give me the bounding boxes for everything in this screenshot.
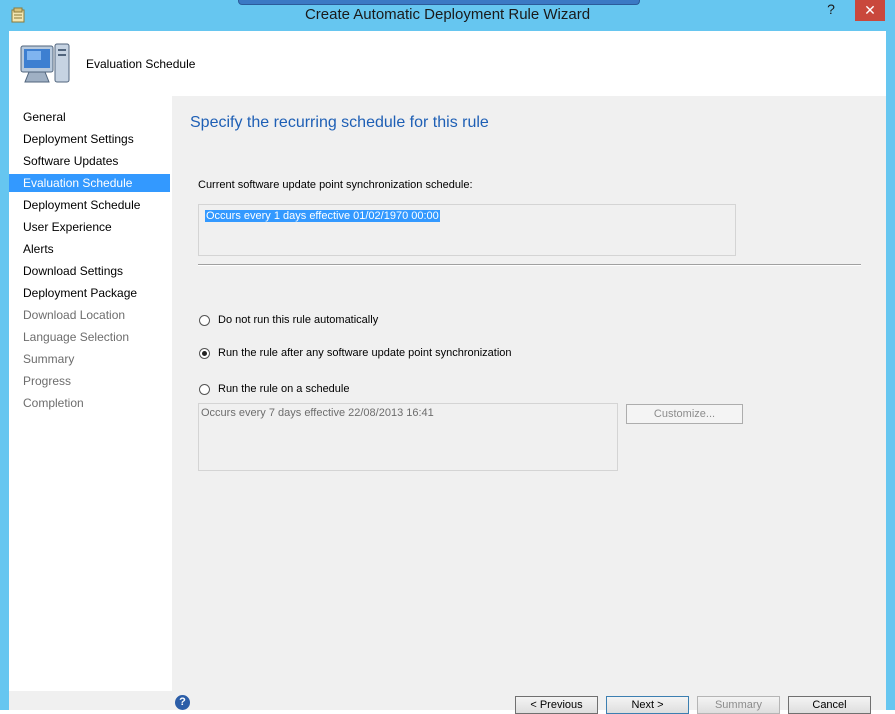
schedule-field[interactable]: Occurs every 7 days effective 22/08/2013…: [198, 403, 618, 471]
wizard-client-area: Evaluation Schedule General Deployment Se…: [9, 31, 886, 714]
wizard-nav: General Deployment Settings Software Updat…: [9, 96, 172, 710]
next-button[interactable]: Next >: [606, 696, 689, 714]
cancel-button[interactable]: Cancel: [788, 696, 871, 714]
summary-button[interactable]: Summary: [697, 696, 780, 714]
radio-label: Run the rule after any software update p…: [218, 347, 512, 359]
window-title: Create Automatic Deployment Rule Wizard: [304, 6, 591, 23]
wizard-content: Specify the recurring schedule for this …: [172, 96, 886, 710]
window-frame-left: [0, 31, 9, 710]
previous-button[interactable]: < Previous: [515, 696, 598, 714]
sync-schedule-value: Occurs every 1 days effective 01/02/1970…: [205, 210, 440, 222]
sidebar-item-completion: Completion: [23, 396, 84, 410]
sidebar-item-deployment-settings[interactable]: Deployment Settings: [9, 130, 170, 148]
wizard-header: Evaluation Schedule: [9, 31, 886, 96]
separator: [198, 264, 861, 266]
radio-button[interactable]: [199, 384, 210, 395]
title-help-button[interactable]: ?: [818, 0, 844, 18]
sync-schedule-field[interactable]: Occurs every 1 days effective 01/02/1970…: [198, 204, 736, 256]
radio-button[interactable]: [199, 315, 210, 326]
header-title: Evaluation Schedule: [86, 57, 196, 71]
help-icon[interactable]: ?: [175, 695, 190, 710]
sidebar-item-download-location: Download Location: [23, 308, 126, 322]
sidebar-item-download-settings[interactable]: Download Settings: [9, 262, 170, 280]
schedule-value: Occurs every 7 days effective 22/08/2013…: [201, 407, 434, 419]
sidebar-item-alerts[interactable]: Alerts: [9, 240, 170, 258]
sidebar-item-deployment-package[interactable]: Deployment Package: [9, 284, 170, 302]
page-title: Specify the recurring schedule for this …: [190, 114, 489, 131]
sidebar-item-summary: Summary: [23, 352, 75, 366]
sync-schedule-label: Current software update point synchroniz…: [198, 179, 473, 191]
sidebar-item-language-selection: Language Selection: [23, 330, 130, 344]
title-bar[interactable]: Create Automatic Deployment Rule Wizard …: [0, 0, 895, 31]
sidebar-item-evaluation-schedule[interactable]: Evaluation Schedule: [9, 174, 170, 192]
radio-button[interactable]: [199, 348, 210, 359]
sidebar-item-user-experience[interactable]: User Experience: [9, 218, 170, 236]
title-bar-accent: [238, 0, 640, 5]
wizard-window: Create Automatic Deployment Rule Wizard …: [0, 0, 895, 714]
sidebar-item-progress: Progress: [23, 374, 72, 388]
sidebar-item-deployment-schedule[interactable]: Deployment Schedule: [9, 196, 170, 214]
sidebar-item-software-updates[interactable]: Software Updates: [9, 152, 170, 170]
wizard-footer: ? < Previous Next > Summary Cancel: [9, 691, 886, 714]
customize-button[interactable]: Customize...: [626, 404, 743, 424]
radio-label: Do not run this rule automatically: [218, 314, 379, 326]
computer-icon: [20, 43, 70, 83]
close-button[interactable]: ✕: [855, 0, 885, 21]
sidebar-item-general[interactable]: General: [9, 108, 170, 126]
radio-label: Run the rule on a schedule: [218, 383, 350, 395]
